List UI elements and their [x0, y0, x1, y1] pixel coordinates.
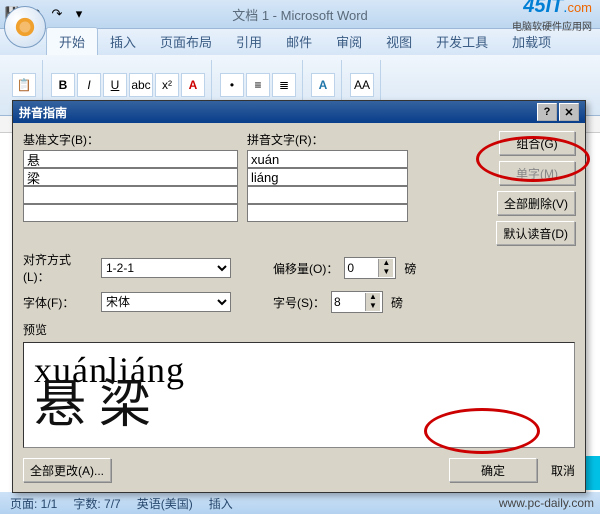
qat-dropdown-icon[interactable]: ▾ [70, 5, 88, 23]
base-text-row-3[interactable] [23, 186, 238, 204]
font-select[interactable]: 宋体 [101, 292, 231, 312]
dialog-titlebar[interactable]: 拼音指南 ? ✕ [13, 101, 585, 123]
site-logo: 45IT.com [512, 0, 592, 18]
underline-icon[interactable]: U [103, 73, 127, 97]
ok-button[interactable]: 确定 [449, 458, 537, 482]
preview-label: 预览 [23, 321, 575, 338]
pinyin-row-2[interactable] [247, 168, 408, 186]
numbering-icon[interactable]: ≡ [246, 73, 270, 97]
size-unit: 磅 [391, 294, 403, 311]
base-text-row-2[interactable] [23, 168, 238, 186]
size-label: 字号(S)： [273, 294, 325, 311]
change-all-button[interactable]: 全部更改(A)... [23, 458, 111, 482]
status-mode: 插入 [209, 495, 233, 512]
default-reading-button[interactable]: 默认读音(D) [496, 221, 575, 245]
dialog-title-text: 拼音指南 [19, 104, 67, 121]
pinyin-row-4[interactable] [247, 204, 408, 222]
watermark-url: www.pc-daily.com [499, 496, 594, 510]
base-text-row-4[interactable] [23, 204, 238, 222]
tab-dev[interactable]: 开发工具 [424, 28, 500, 55]
base-text-row-1[interactable] [23, 150, 238, 168]
offset-unit: 磅 [404, 260, 416, 277]
tab-references[interactable]: 引用 [224, 28, 274, 55]
styles-icon[interactable]: A [311, 73, 335, 97]
bold-icon[interactable]: B [51, 73, 75, 97]
italic-icon[interactable]: I [77, 73, 101, 97]
tab-insert[interactable]: 插入 [98, 28, 148, 55]
status-lang: 英语(美国) [137, 495, 193, 512]
tab-addins[interactable]: 加载项 [500, 28, 563, 55]
pinyin-row-3[interactable] [247, 186, 408, 204]
status-words: 字数: 7/7 [73, 495, 120, 512]
clear-all-button[interactable]: 全部删除(V) [497, 191, 575, 215]
superscript-icon[interactable]: x² [155, 73, 179, 97]
pinyin-text-label: 拼音文字(R)： [247, 131, 415, 148]
title-bar: 💾 ↶ ↷ ▾ 文档 1 - Microsoft Word 45IT.com 电… [0, 0, 600, 29]
preview-hanzi: 悬 梁 [34, 383, 564, 430]
find-icon[interactable]: AA [350, 73, 374, 97]
pinyin-row-1[interactable] [247, 150, 408, 168]
strike-icon[interactable]: abc [129, 73, 153, 97]
tab-review[interactable]: 审阅 [324, 28, 374, 55]
document-title: 文档 1 - Microsoft Word [88, 5, 512, 24]
cancel-button[interactable]: 取消 [551, 462, 575, 479]
offset-stepper[interactable]: 0▲▼ [344, 257, 396, 279]
align-select[interactable]: 1-2-1 [101, 258, 231, 278]
preview-box: xuánliáng 悬 梁 [23, 342, 575, 448]
tab-view[interactable]: 视图 [374, 28, 424, 55]
paste-icon[interactable]: 📋 [12, 73, 36, 97]
office-button[interactable] [4, 6, 46, 48]
size-stepper[interactable]: 8▲▼ [331, 291, 383, 313]
combine-button[interactable]: 组合(G) [499, 131, 575, 155]
status-page: 页面: 1/1 [10, 495, 57, 512]
tab-home[interactable]: 开始 [46, 27, 98, 55]
font-label: 字体(F)： [23, 294, 95, 311]
tab-mail[interactable]: 邮件 [274, 28, 324, 55]
offset-label: 偏移量(O)： [273, 260, 338, 277]
pinyin-guide-dialog: 拼音指南 ? ✕ 基准文字(B)： 拼音文字(R)： 组合(G) 单字(M [12, 100, 586, 493]
font-color-icon[interactable]: A [181, 73, 205, 97]
redo-icon[interactable]: ↷ [48, 5, 66, 23]
align-label: 对齐方式(L)： [23, 251, 95, 285]
help-icon[interactable]: ? [537, 103, 557, 121]
single-button[interactable]: 单字(M) [499, 161, 575, 185]
bullets-icon[interactable]: • [220, 73, 244, 97]
ribbon-tabs: 开始 插入 页面布局 引用 邮件 审阅 视图 开发工具 加载项 [0, 29, 600, 55]
tab-layout[interactable]: 页面布局 [148, 28, 224, 55]
close-icon[interactable]: ✕ [559, 103, 579, 121]
align-icon[interactable]: ≣ [272, 73, 296, 97]
base-text-label: 基准文字(B)： [23, 131, 247, 148]
